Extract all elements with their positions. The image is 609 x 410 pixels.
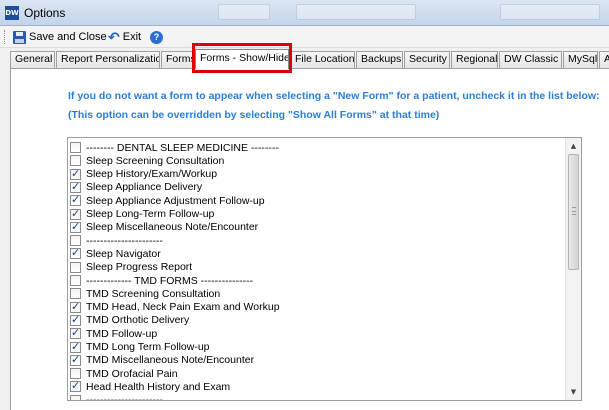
save-and-close-button[interactable]: Save and Close <box>13 29 107 45</box>
form-label: Sleep Progress Report <box>86 261 193 274</box>
form-label: Sleep Long-Term Follow-up <box>86 208 215 220</box>
form-checkbox[interactable] <box>70 300 81 313</box>
help-button[interactable]: ? <box>150 29 163 45</box>
form-checkbox[interactable] <box>70 340 81 353</box>
form-label: TMD Head, Neck Pain Exam and Workup <box>86 301 280 314</box>
form-checkbox[interactable] <box>70 368 81 380</box>
list-item[interactable]: -------- DENTAL SLEEP MEDICINE -------- <box>70 141 279 154</box>
save-icon <box>13 30 26 44</box>
tab-forms[interactable]: Forms <box>161 51 194 68</box>
form-checkbox[interactable] <box>70 167 81 180</box>
form-checkbox[interactable] <box>70 353 81 366</box>
instructions-line-2: (This option can be overridden by select… <box>68 109 440 121</box>
tab-ap[interactable]: Ap <box>599 51 609 68</box>
form-label: TMD Long Term Follow-up <box>86 341 210 353</box>
form-checkbox[interactable] <box>70 207 81 220</box>
form-label: TMD Orofacial Pain <box>86 367 178 380</box>
background-name-field <box>296 4 416 20</box>
form-label: TMD Screening Consultation <box>86 287 221 300</box>
form-label: -------- DENTAL SLEEP MEDICINE -------- <box>86 141 279 154</box>
list-item[interactable]: Head Health History and Exam <box>70 379 231 393</box>
form-checkbox[interactable] <box>70 326 81 340</box>
form-label: Sleep Screening Consultation <box>86 154 225 167</box>
form-label: Head Health History and Exam <box>86 380 231 393</box>
exit-label: Exit <box>122 31 142 43</box>
form-checkbox[interactable] <box>70 275 81 286</box>
form-label: TMD Miscellaneous Note/Encounter <box>86 354 255 367</box>
undo-arrow-icon: ↶ <box>108 28 120 45</box>
scroll-down-arrow-icon[interactable]: ▼ <box>566 384 581 400</box>
form-checkbox[interactable] <box>70 246 81 260</box>
form-checkbox[interactable] <box>70 180 81 193</box>
app-logo-icon: DW <box>5 6 19 20</box>
form-checkbox[interactable] <box>70 379 81 393</box>
form-label: ---------------------- <box>86 234 163 247</box>
list-item[interactable]: TMD Miscellaneous Note/Encounter <box>70 353 255 367</box>
tab-forms-show-hide[interactable]: Forms - Show/Hide <box>195 49 289 69</box>
form-label: Sleep Miscellaneous Note/Encounter <box>86 221 259 234</box>
tab-security[interactable]: Security <box>404 51 450 68</box>
form-label: ------------- TMD FORMS --------------- <box>86 274 254 287</box>
list-item[interactable]: Sleep Appliance Delivery <box>70 180 203 194</box>
form-label: Sleep History/Exam/Workup <box>86 168 218 181</box>
list-item[interactable]: Sleep Screening Consultation <box>70 154 224 167</box>
form-checkbox[interactable] <box>70 193 81 207</box>
scrollbar-thumb[interactable] <box>568 154 579 270</box>
instructions-line-1: If you do not want a form to appear when… <box>68 90 600 102</box>
list-item[interactable]: Sleep History/Exam/Workup <box>70 167 218 181</box>
list-item[interactable]: TMD Follow-up <box>70 326 158 340</box>
toolbar-grip[interactable] <box>4 30 7 44</box>
background-link <box>500 4 600 20</box>
list-item[interactable]: Sleep Miscellaneous Note/Encounter <box>70 220 259 234</box>
scrollbar-grip-icon <box>572 207 576 215</box>
list-item[interactable]: ------------- TMD FORMS --------------- <box>70 274 253 287</box>
background-search-field <box>218 4 270 20</box>
form-label: Sleep Appliance Delivery <box>86 181 203 194</box>
tab-regional[interactable]: Regional <box>451 51 498 68</box>
form-label: TMD Follow-up <box>86 327 158 340</box>
options-tabs: General Report Personalization Forms Forms … <box>10 49 609 69</box>
list-item[interactable]: TMD Orofacial Pain <box>70 367 178 380</box>
form-checkbox[interactable] <box>70 261 81 273</box>
title-bar: DW Options <box>0 0 609 26</box>
list-item[interactable]: ---------------------- <box>70 394 163 401</box>
list-item[interactable]: ---------------------- <box>70 234 163 247</box>
form-label: Sleep Appliance Adjustment Follow-up <box>86 194 265 207</box>
forms-checklist[interactable]: ▲ ▼ -------- DENTAL SLEEP MEDICINE -----… <box>67 137 582 401</box>
form-label: ---------------------- <box>86 394 163 401</box>
form-checkbox[interactable] <box>70 142 81 153</box>
form-checkbox[interactable] <box>70 394 81 400</box>
list-item[interactable]: Sleep Progress Report <box>70 261 192 274</box>
exit-button[interactable]: ↶ Exit <box>108 29 141 45</box>
list-item[interactable]: TMD Screening Consultation <box>70 287 220 300</box>
list-item[interactable]: TMD Long Term Follow-up <box>70 340 210 354</box>
tab-report-personalization[interactable]: Report Personalization <box>56 51 160 68</box>
save-and-close-label: Save and Close <box>29 31 107 43</box>
form-checkbox[interactable] <box>70 220 81 233</box>
tab-dw-classic[interactable]: DW Classic <box>499 51 562 68</box>
help-icon: ? <box>150 30 163 44</box>
form-label: Sleep Navigator <box>86 247 161 260</box>
form-label: TMD Orthotic Delivery <box>86 314 190 327</box>
scroll-up-arrow-icon[interactable]: ▲ <box>566 138 581 154</box>
form-checkbox[interactable] <box>70 155 81 167</box>
tab-mysql[interactable]: MySql <box>563 51 598 68</box>
list-item[interactable]: Sleep Long-Term Follow-up <box>70 207 215 221</box>
vertical-scrollbar[interactable]: ▲ ▼ <box>565 138 581 400</box>
form-checkbox[interactable] <box>70 313 81 326</box>
list-item[interactable]: Sleep Navigator <box>70 246 161 260</box>
list-item[interactable]: TMD Orthotic Delivery <box>70 313 190 327</box>
tab-general[interactable]: General <box>10 51 55 68</box>
list-item[interactable]: TMD Head, Neck Pain Exam and Workup <box>70 300 280 314</box>
form-checkbox[interactable] <box>70 288 81 300</box>
toolbar: Save and Close ↶ Exit ? <box>0 26 609 48</box>
tab-backups[interactable]: Backups <box>356 51 403 68</box>
list-item[interactable]: Sleep Appliance Adjustment Follow-up <box>70 193 265 207</box>
window-title: Options <box>24 6 66 20</box>
tab-file-locations[interactable]: File Locations <box>290 51 355 68</box>
form-checkbox[interactable] <box>70 235 81 247</box>
